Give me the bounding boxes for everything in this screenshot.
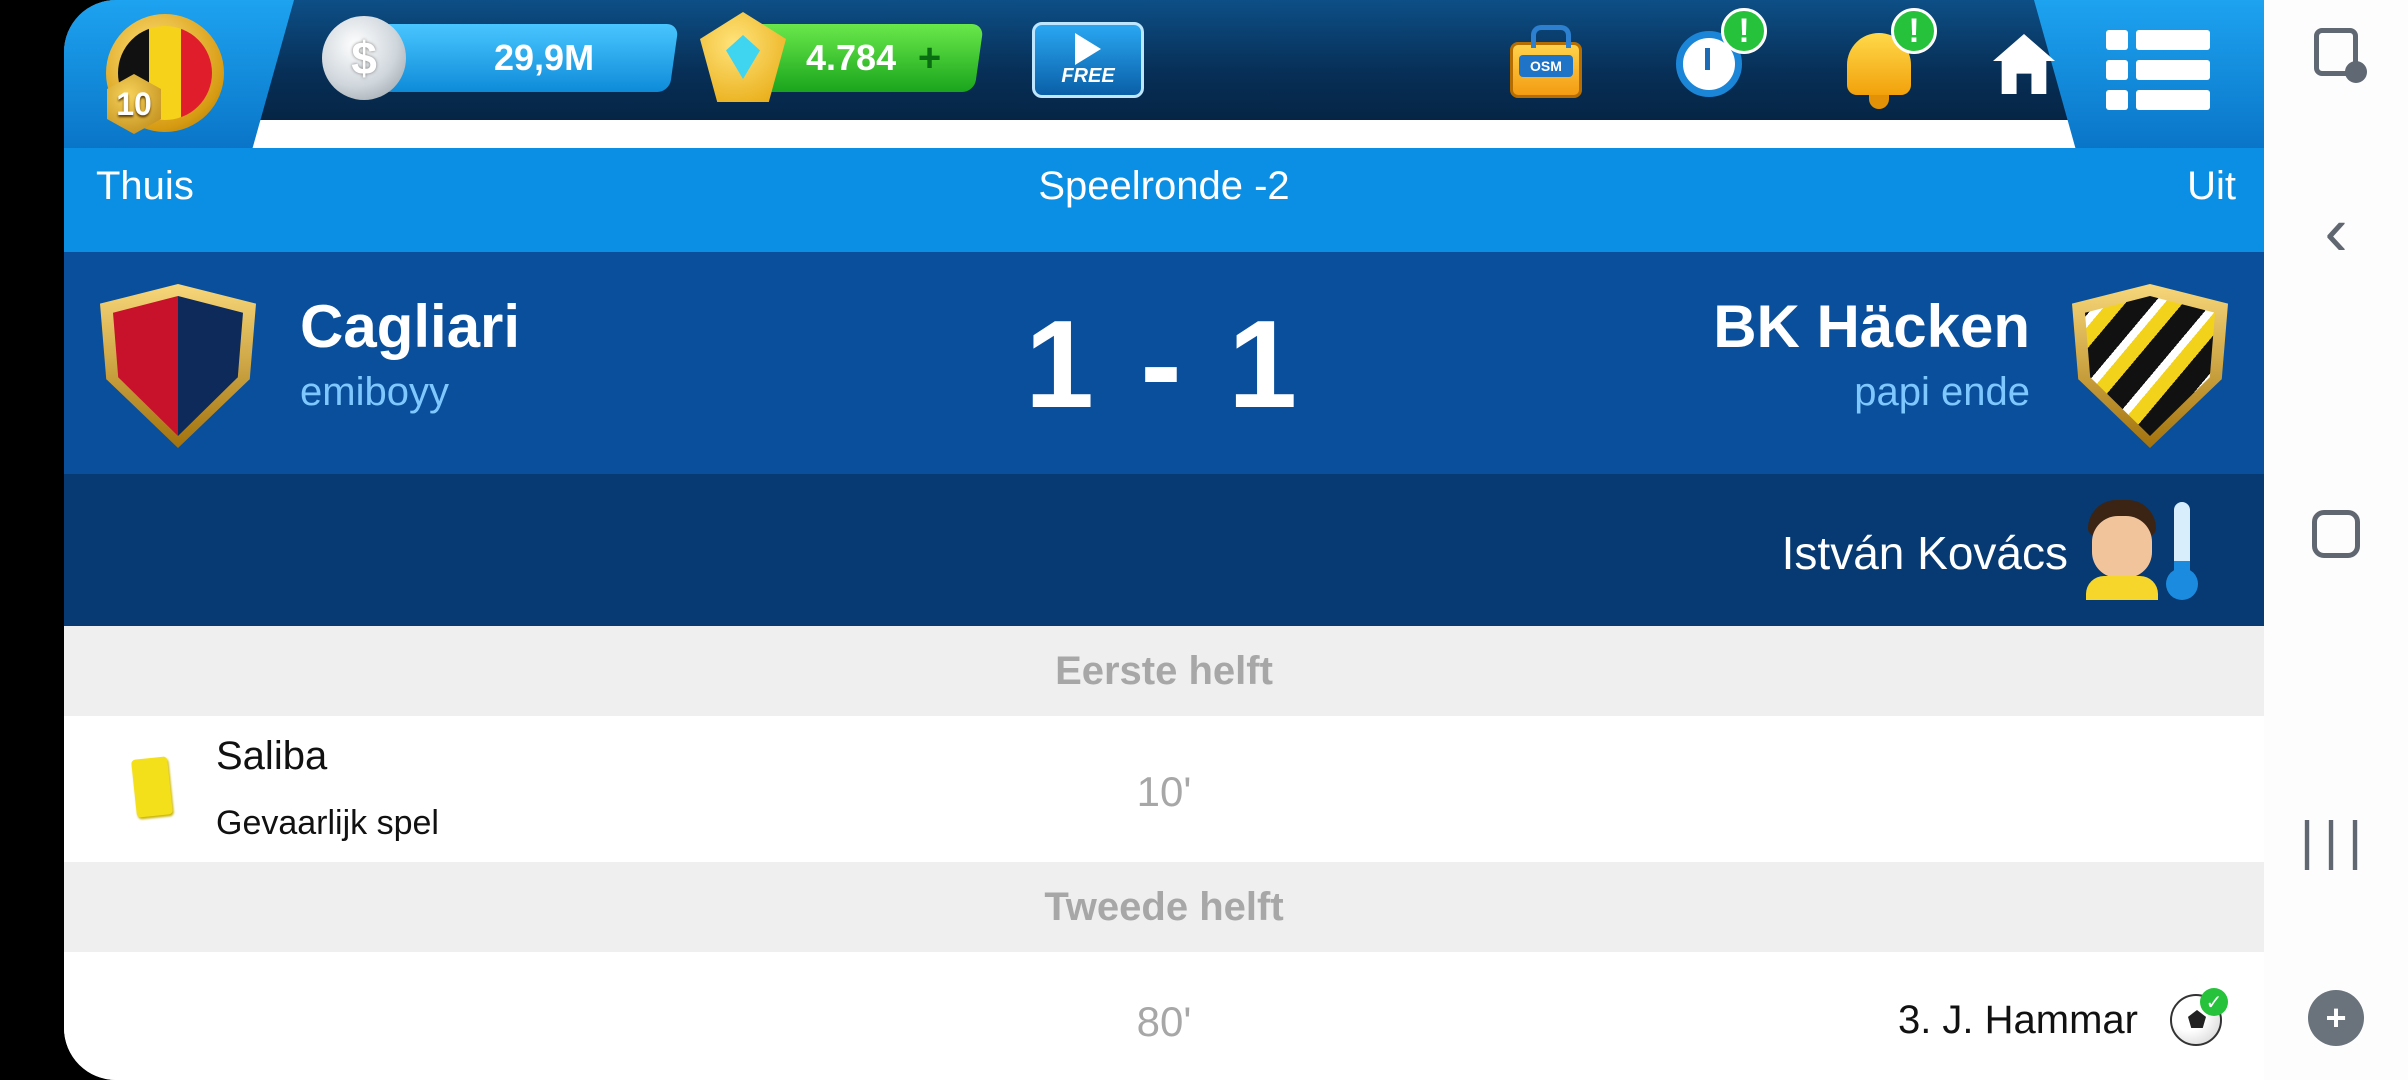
away-team-name[interactable]: BK Häcken bbox=[1713, 292, 2030, 361]
free-label: FREE bbox=[1061, 64, 1115, 87]
screen-tool-icon bbox=[2314, 28, 2367, 83]
recent-apps-button[interactable]: ||| bbox=[2264, 810, 2408, 872]
notifications-button[interactable]: ! bbox=[1839, 8, 1937, 109]
event-minute: 10' bbox=[1136, 768, 1192, 815]
event-row: Saliba Gevaarlijk spel 10' bbox=[64, 716, 2264, 862]
coins-value: 29,9M bbox=[493, 37, 595, 78]
check-icon: ✓ bbox=[2200, 988, 2228, 1016]
silver-coin-icon: $ bbox=[322, 16, 406, 100]
alert-badge: ! bbox=[1721, 8, 1767, 54]
thermometer-icon bbox=[2166, 502, 2198, 600]
referee-name: István Kovács bbox=[1781, 527, 2068, 579]
event-row: 80' 3. J. Hammar ✓ bbox=[64, 952, 2264, 1080]
second-half-header: Tweede helft bbox=[64, 862, 2264, 952]
screen-tool-button[interactable] bbox=[2264, 28, 2408, 83]
android-navigation-bar: ‹ ||| + bbox=[2264, 0, 2408, 1080]
osm-bag-button[interactable]: OSM bbox=[1506, 24, 1586, 104]
top-bar: 10 29,9M $ 4.784 + FREE OSM ! ! bbox=[64, 0, 2264, 148]
round-header: Thuis Speelronde -2 Uit bbox=[64, 148, 2264, 252]
round-title: Speelronde -2 bbox=[1038, 164, 1290, 208]
menu-icon[interactable] bbox=[2106, 30, 2210, 114]
android-home-button[interactable] bbox=[2264, 510, 2408, 558]
square-icon bbox=[2312, 510, 2360, 558]
away-manager-name[interactable]: papi ende bbox=[1854, 370, 2030, 415]
osm-bag-label: OSM bbox=[1519, 55, 1573, 77]
free-video-button[interactable]: FREE bbox=[1032, 22, 1144, 98]
alert-badge: ! bbox=[1891, 8, 1937, 54]
stopwatch-button[interactable]: ! bbox=[1669, 8, 1767, 104]
referee-avatar bbox=[2084, 500, 2160, 600]
away-side-label: Uit bbox=[2187, 164, 2236, 208]
plus-icon[interactable]: + bbox=[918, 36, 941, 81]
match-screen: 10 29,9M $ 4.784 + FREE OSM ! ! Thuis Sp… bbox=[64, 0, 2264, 1080]
game-tools-button[interactable]: + bbox=[2264, 990, 2408, 1046]
home-button[interactable] bbox=[1984, 24, 2064, 104]
event-player: 3. J. Hammar bbox=[1897, 998, 2138, 1042]
play-icon bbox=[1075, 32, 1101, 65]
referee-row: István Kovács bbox=[64, 474, 2264, 626]
back-button[interactable]: ‹ bbox=[2264, 196, 2408, 266]
first-half-header: Eerste helft bbox=[64, 626, 2264, 716]
match-summary: Cagliari emiboyy 1 - 1 BK Häcken papi en… bbox=[64, 252, 2264, 474]
gamepad-icon: + bbox=[2308, 990, 2364, 1046]
gems-value: 4.784 bbox=[806, 37, 897, 78]
home-icon bbox=[1993, 34, 2055, 94]
osm-bag-icon: OSM bbox=[1510, 25, 1582, 98]
